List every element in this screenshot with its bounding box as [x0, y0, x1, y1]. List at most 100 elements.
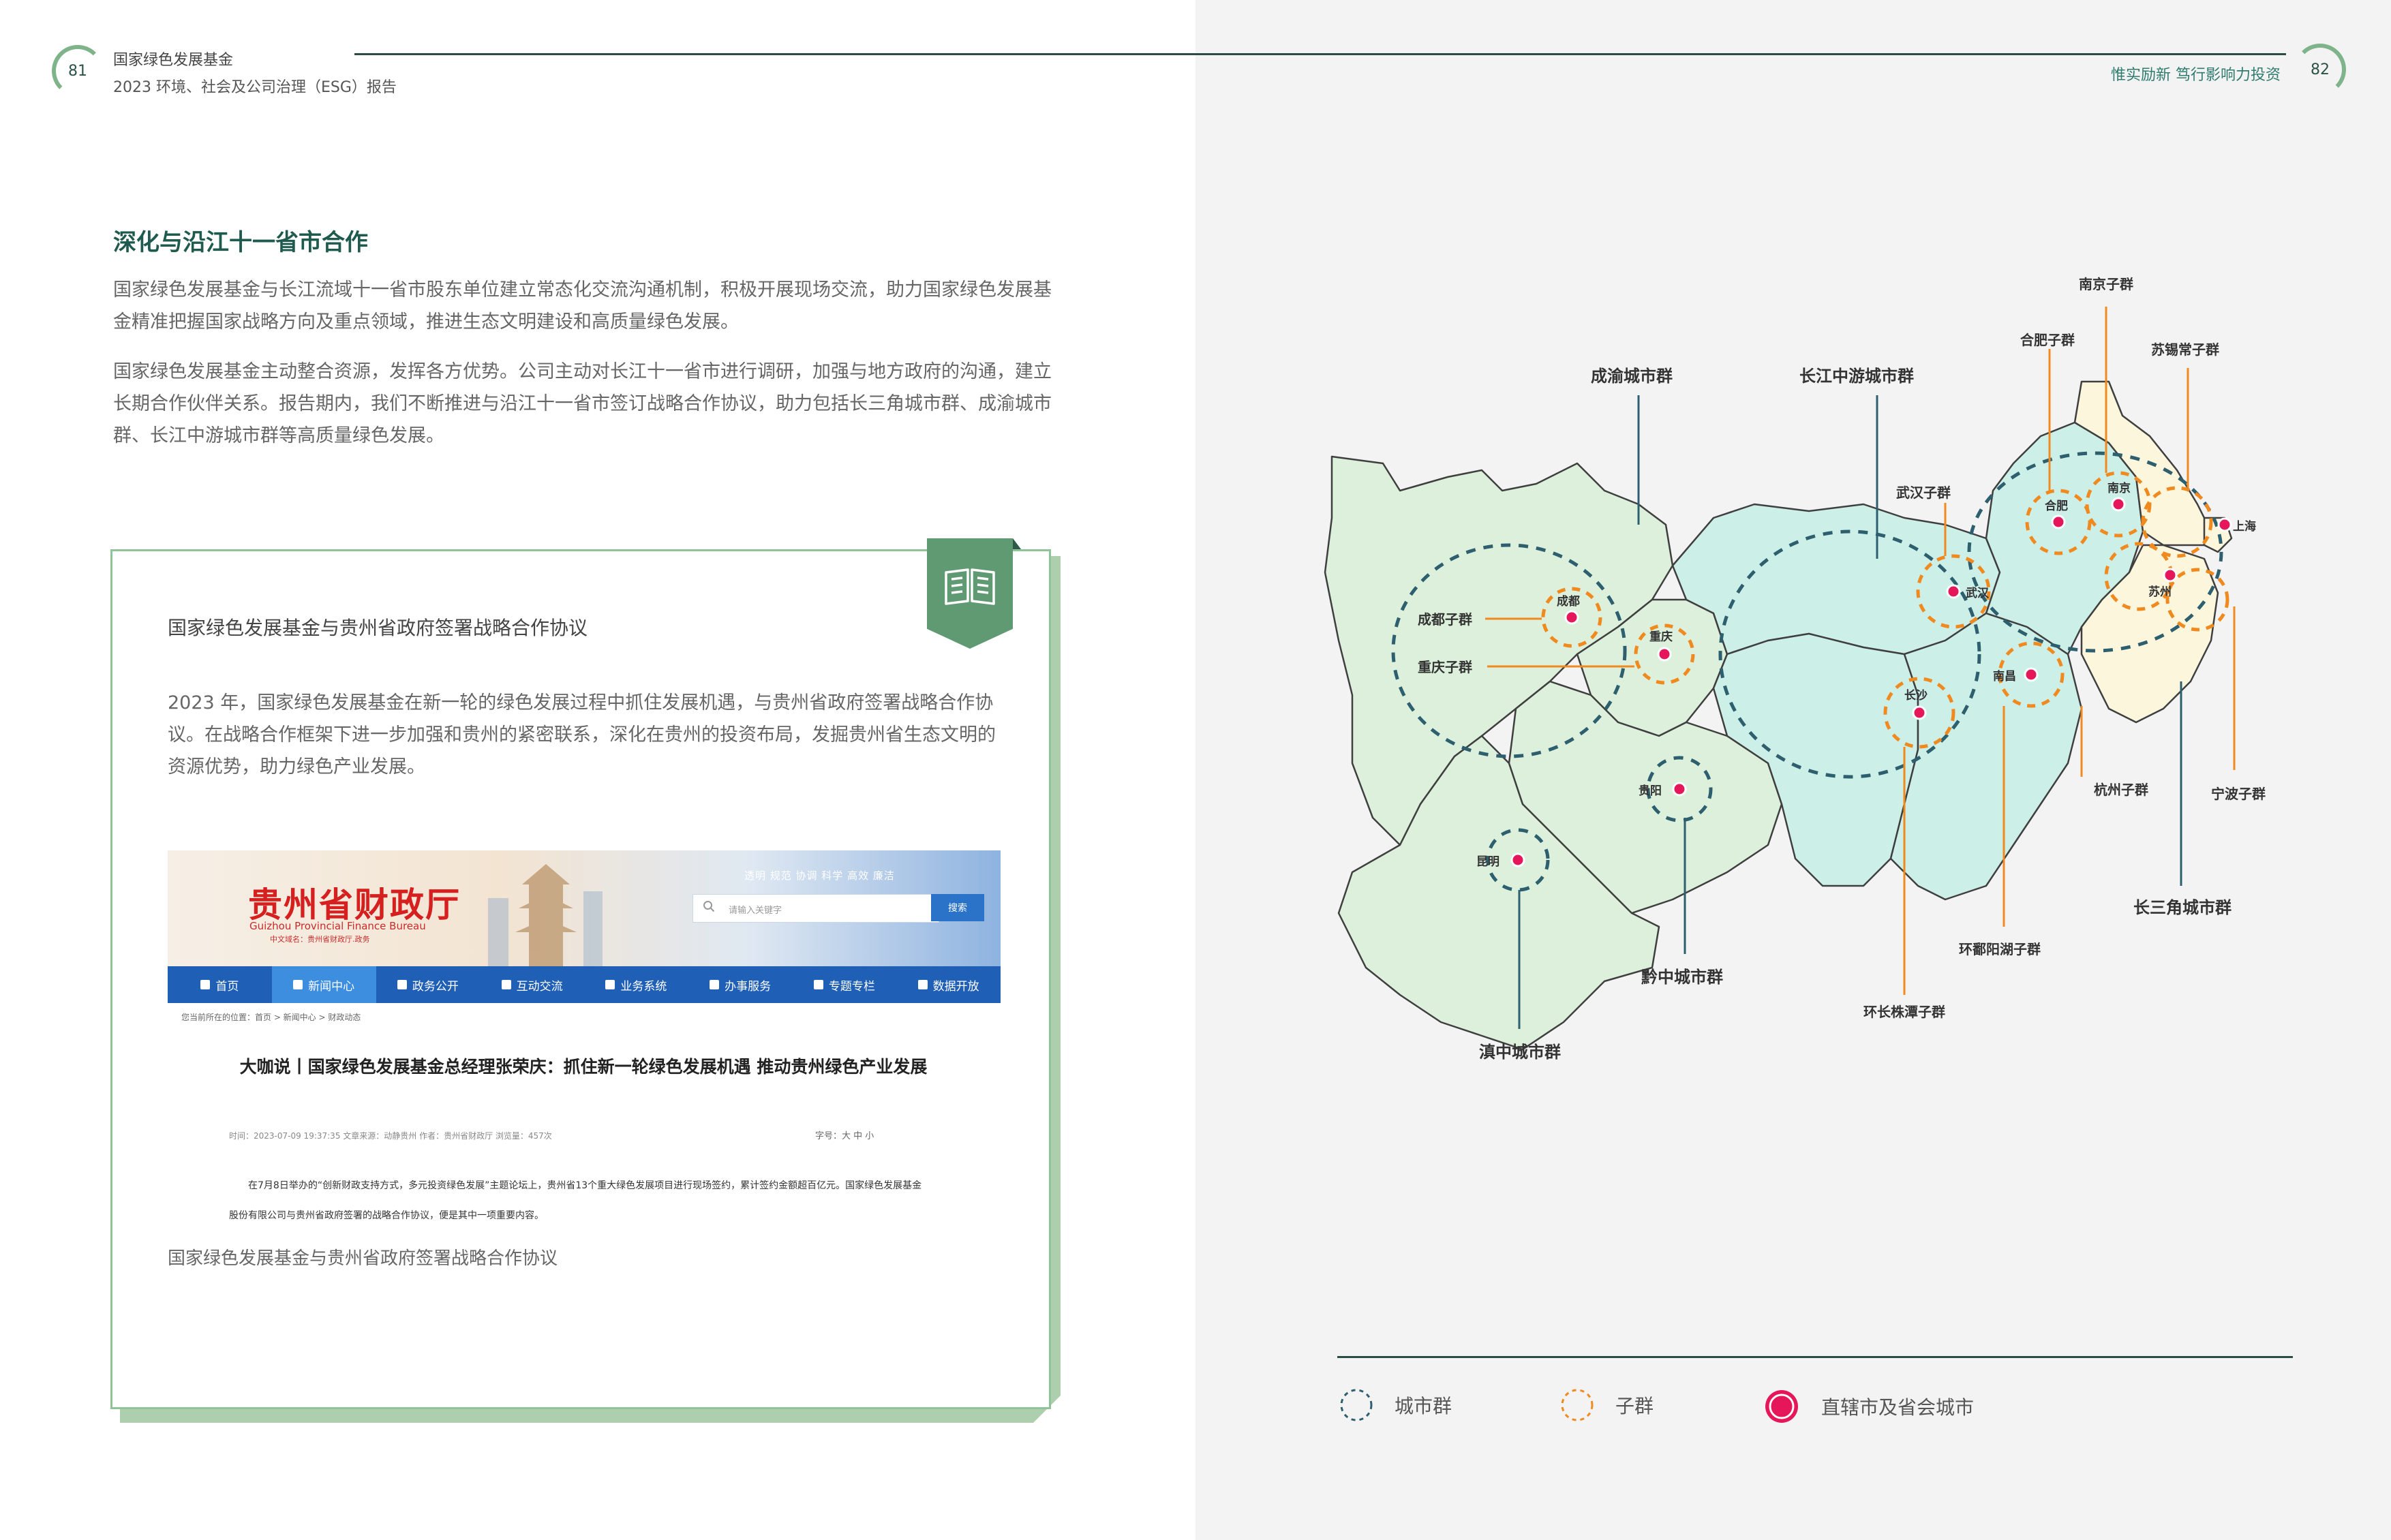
- article-meta: 时间：2023-07-09 19:37:35 文章来源：动静贵州 作者：贵州省财…: [229, 1131, 552, 1141]
- label-city-hefei: 合肥: [2045, 499, 2068, 513]
- section-paragraph-1: 国家绿色发展基金与长江流域十一省市股东单位建立常态化交流沟通机制，积极开展现场交…: [113, 279, 1052, 333]
- nav-gov-affairs-label: 政务公开: [412, 979, 459, 994]
- city-dot-hefei: [2051, 514, 2066, 529]
- label-yangtze-middle-cluster: 长江中游城市群: [1799, 367, 1914, 386]
- city-dot-nanchang: [2024, 667, 2039, 682]
- label-city-guiyang: 贵阳: [1639, 784, 1662, 798]
- nav-news[interactable]: 新闻中心: [271, 966, 376, 1003]
- legend-item-city: 直辖市及省会城市: [1763, 1387, 1974, 1426]
- news-screenshot: 贵州省财政厅 Guizhou Provincial Finance Bureau…: [168, 850, 1001, 1225]
- legend-item-subgroup: 子群: [1559, 1387, 1654, 1423]
- nav-interaction-label: 互动交流: [516, 979, 563, 994]
- city-dot-shanghai: [2217, 517, 2232, 532]
- label-yangtze-delta-cluster: 长三角城市群: [2133, 898, 2232, 917]
- nav-news-label: 新闻中心: [308, 979, 355, 994]
- tower-illustration: [488, 864, 603, 966]
- monitor-icon: [605, 980, 615, 989]
- nav-open-data[interactable]: 数据开放: [896, 966, 1001, 1003]
- label-wuhan-subgroup: 武汉子群: [1896, 484, 1951, 501]
- label-chongqing-subgroup: 重庆子群: [1418, 659, 1472, 675]
- label-nanjing-subgroup: 南京子群: [2079, 276, 2133, 292]
- city-dot-changsha: [1912, 705, 1927, 720]
- city-dot-guiyang: [1672, 782, 1687, 797]
- legend-label-city: 直辖市及省会城市: [1821, 1396, 1975, 1419]
- label-city-chengdu: 成都: [1557, 594, 1580, 609]
- legend-label-subgroup: 子群: [1615, 1395, 1654, 1417]
- nav-topics[interactable]: 专题专栏: [793, 966, 897, 1003]
- city-dot-suzhou: [2163, 568, 2178, 583]
- legend-item-cluster: 城市群: [1339, 1387, 1452, 1423]
- yangtze-region-map: 成渝城市群 长江中游城市群 长三角城市群 黔中城市群 滇中城市群 成都子群 重庆…: [1324, 276, 2266, 1062]
- nav-services-label: 办事服务: [725, 979, 772, 994]
- site-banner: 贵州省财政厅 Guizhou Provincial Finance Bureau…: [168, 850, 1001, 966]
- label-poyang-subgroup: 环鄱阳湖子群: [1959, 941, 2041, 957]
- legend-label-cluster: 城市群: [1395, 1395, 1452, 1417]
- nav-gov-affairs[interactable]: 政务公开: [376, 966, 481, 1003]
- label-chengdu-subgroup: 成都子群: [1418, 611, 1472, 628]
- label-city-shanghai: 上海: [2233, 519, 2256, 534]
- grid-icon: [710, 980, 720, 989]
- nav-open-data-label: 数据开放: [932, 979, 979, 994]
- lock-icon: [813, 980, 823, 989]
- case-card-body: 2023 年，国家绿色发展基金在新一轮的绿色发展过程中抓住发展机遇，与贵州省政府…: [168, 692, 996, 777]
- nav-topics-label: 专题专栏: [828, 979, 875, 994]
- case-card-title: 国家绿色发展基金与贵州省政府签署战略合作协议: [168, 617, 588, 639]
- open-book-icon: [945, 568, 995, 605]
- site-search-input[interactable]: 请输入关键字: [692, 894, 939, 923]
- city-dot-chongqing: [1657, 647, 1672, 662]
- city-dot-wuhan: [1946, 584, 1961, 599]
- site-nav: 首页 新闻中心 政务公开 互动交流 业务系统 办事服务 专题专栏 数据开放: [168, 966, 1001, 1003]
- search-icon: [703, 901, 715, 912]
- label-city-kunming: 昆明: [1476, 855, 1499, 869]
- chat-icon: [501, 980, 511, 989]
- legend-divider: [1337, 1356, 2293, 1358]
- case-card-badge: [927, 538, 1013, 649]
- label-city-chongqing: 重庆: [1649, 630, 1673, 644]
- label-hangzhou-subgroup: 杭州子群: [2094, 782, 2148, 798]
- label-city-changsha: 长沙: [1904, 688, 1928, 703]
- news-icon: [293, 980, 303, 989]
- section-title: 深化与沿江十一省市合作: [113, 229, 368, 256]
- site-top-links[interactable]: 透明 规范 协调 科学 高效 廉洁: [744, 868, 895, 882]
- label-changzhutan-subgroup: 环长株潭子群: [1863, 1004, 1945, 1020]
- city-dot-chengdu: [1564, 610, 1579, 625]
- header-divider-left: [354, 53, 1196, 55]
- search-placeholder: 请输入关键字: [729, 906, 782, 916]
- legend-dashed-ring-orange: [1561, 1389, 1594, 1421]
- label-city-wuhan: 武汉: [1966, 586, 1990, 600]
- site-subtitle: Guizhou Provincial Finance Bureau: [249, 920, 426, 932]
- book-icon: [397, 980, 407, 989]
- label-city-nanjing: 南京: [2107, 481, 2131, 495]
- bar-chart-icon: [917, 980, 928, 989]
- city-dot-nanjing: [2111, 497, 2126, 512]
- label-qianzhong-cluster: 黔中城市群: [1641, 968, 1723, 987]
- badge-fold: [1013, 538, 1021, 549]
- label-city-suzhou: 苏州: [2148, 585, 2172, 599]
- section-paragraph-2: 国家绿色发展基金主动整合资源，发挥各方优势。公司主动对长江十一省市进行调研，加强…: [113, 361, 1052, 446]
- report-title: 2023 环境、社会及公司治理（ESG）报告: [113, 79, 397, 96]
- label-city-nanchang: 南昌: [1993, 669, 2016, 683]
- org-name: 国家绿色发展基金: [113, 52, 234, 69]
- nav-services[interactable]: 办事服务: [688, 966, 793, 1003]
- home-icon: [200, 980, 211, 989]
- label-ningbo-subgroup: 宁波子群: [2211, 786, 2266, 802]
- font-size-control[interactable]: 字号：大 中 小: [815, 1128, 874, 1141]
- page-number-left: 81: [52, 45, 104, 97]
- breadcrumb: 您当前所在的位置：首页 > 新闻中心 > 财政动态: [181, 1013, 361, 1022]
- legend-red-dot: [1765, 1390, 1798, 1423]
- nav-home-label: 首页: [215, 979, 239, 994]
- label-hefei-subgroup: 合肥子群: [2020, 332, 2075, 348]
- legend-dashed-ring-blue: [1340, 1389, 1373, 1421]
- city-dot-kunming: [1510, 852, 1525, 867]
- nav-business[interactable]: 业务系统: [584, 966, 688, 1003]
- article-body: 在7月8日举办的“创新财政支持方式，多元投资绿色发展”主题论坛上，贵州省13个重…: [229, 1180, 922, 1221]
- label-dianzhong-cluster: 滇中城市群: [1479, 1043, 1561, 1062]
- site-search-button[interactable]: 搜索: [931, 894, 984, 921]
- screenshot-caption: 国家绿色发展基金与贵州省政府签署战略合作协议: [168, 1248, 558, 1269]
- label-chengyu-cluster: 成渝城市群: [1591, 367, 1673, 386]
- nav-home[interactable]: 首页: [168, 966, 272, 1003]
- label-suxichang-subgroup: 苏锡常子群: [2151, 341, 2219, 358]
- nav-interaction[interactable]: 互动交流: [480, 966, 584, 1003]
- nav-business-label: 业务系统: [620, 979, 667, 994]
- site-domain: 中文域名：贵州省财政厅.政务: [270, 935, 370, 944]
